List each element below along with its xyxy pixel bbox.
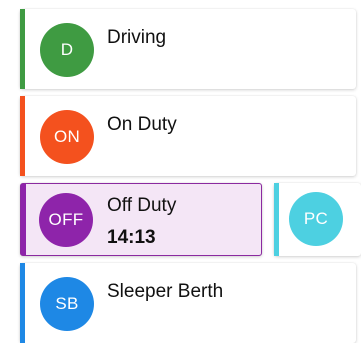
status-color-bar <box>20 9 25 89</box>
status-avatar-driving: D <box>40 23 94 77</box>
status-card-off-duty[interactable]: OFF Off Duty 14:13 <box>20 183 262 256</box>
status-color-bar <box>274 183 279 256</box>
status-card-personal-conveyance[interactable]: PC <box>274 183 361 256</box>
status-card-sleeper-berth[interactable]: SB Sleeper Berth <box>20 263 356 343</box>
status-color-bar <box>21 184 26 255</box>
status-label-on-duty: On Duty <box>107 114 177 135</box>
status-duration: 14:13 <box>107 227 156 248</box>
status-label-off-duty: Off Duty <box>107 195 177 216</box>
status-avatar-personal-conveyance: PC <box>289 192 343 246</box>
status-avatar-sleeper-berth: SB <box>40 277 94 331</box>
status-color-bar <box>20 263 25 343</box>
status-label-sleeper-berth: Sleeper Berth <box>107 281 224 302</box>
status-card-driving[interactable]: D Driving <box>20 9 356 89</box>
status-label-driving: Driving <box>107 27 167 48</box>
status-avatar-on-duty: ON <box>40 110 94 164</box>
status-card-on-duty[interactable]: ON On Duty <box>20 96 356 176</box>
status-avatar-off-duty: OFF <box>39 193 93 247</box>
status-color-bar <box>20 96 25 176</box>
